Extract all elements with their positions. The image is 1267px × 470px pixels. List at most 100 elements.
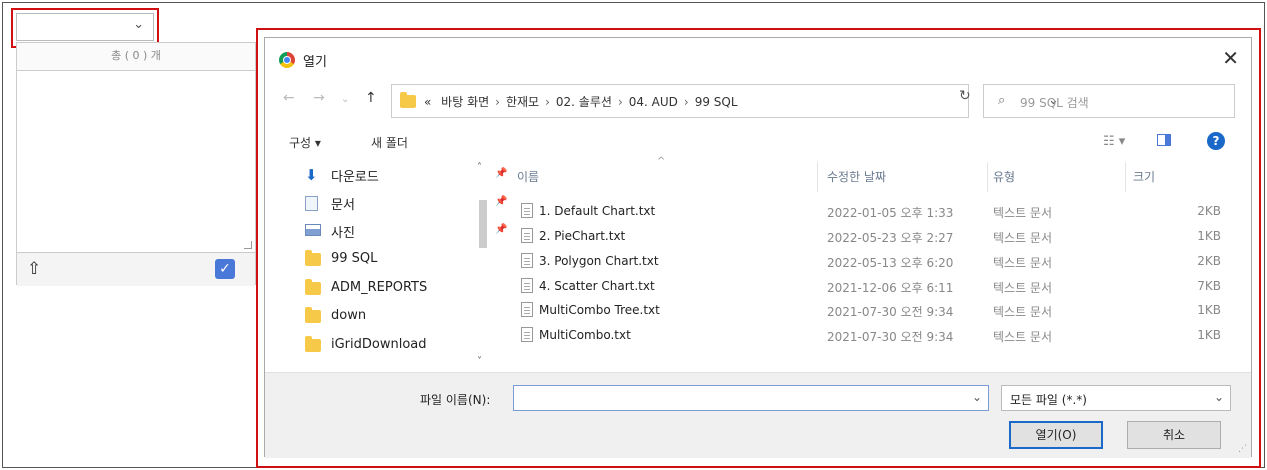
- navigation-row: ← → ⌄ ↑ « 바탕 화면 › 한재모 › 02. 솔루션 › 04. AUD › 99 S…: [265, 80, 1251, 122]
- breadcrumb-item[interactable]: 04. AUD: [629, 95, 678, 109]
- upload-icon[interactable]: ⇧: [27, 259, 47, 279]
- category-select[interactable]: ⌄: [16, 13, 154, 41]
- nav-item-label: 다운로드: [331, 170, 379, 185]
- navigation-pane: ⬇ 다운로드 📌 문서 📌 사진 📌 99 SQL ADM_REPORTS do…: [265, 162, 507, 372]
- nav-item-label: 사진: [331, 226, 355, 241]
- file-date: 2021-12-06 오후 6:11: [827, 281, 954, 295]
- text-file-icon: [521, 228, 533, 243]
- breadcrumb-item[interactable]: 99 SQL: [695, 95, 738, 109]
- resize-grip-icon[interactable]: [243, 241, 253, 249]
- filename-input[interactable]: ⌄: [513, 385, 989, 411]
- dialog-footer: 파일 이름(N): ⌄ 모든 파일 (*.*) ⌄ 열기(O) 취소 ⋰: [265, 372, 1251, 458]
- filetype-select[interactable]: 모든 파일 (*.*) ⌄: [1001, 385, 1231, 411]
- file-size: 2KB: [1197, 204, 1221, 218]
- dialog-title: 열기: [303, 55, 327, 70]
- new-folder-button[interactable]: 새 폴더: [371, 134, 408, 151]
- chevron-down-icon[interactable]: ˅: [477, 356, 482, 367]
- column-header-name[interactable]: 이름: [517, 168, 539, 185]
- nav-item-label: 문서: [331, 198, 355, 213]
- organize-button[interactable]: 구성 ▾: [289, 134, 321, 151]
- file-row[interactable]: 3. Polygon Chart.txt 2022-05-13 오후 6:20 …: [503, 250, 1247, 275]
- picture-icon: [305, 224, 321, 236]
- file-row[interactable]: 4. Scatter Chart.txt 2021-12-06 오후 6:11 …: [503, 275, 1247, 300]
- file-name: 3. Polygon Chart.txt: [539, 254, 659, 268]
- column-header-size[interactable]: 크기: [1133, 168, 1155, 185]
- file-type: 텍스트 문서: [993, 305, 1053, 319]
- chevron-down-icon: ⌄: [1213, 390, 1224, 404]
- filetype-value: 모든 파일 (*.*): [1010, 393, 1087, 407]
- folder-icon: [305, 307, 321, 323]
- help-icon[interactable]: ?: [1207, 132, 1225, 150]
- file-type: 텍스트 문서: [993, 281, 1053, 295]
- close-icon[interactable]: ✕: [1222, 46, 1239, 70]
- file-name: MultiCombo.txt: [539, 328, 631, 342]
- checkbox-checked[interactable]: ✓: [215, 259, 235, 279]
- text-file-icon: [521, 253, 533, 268]
- scrollbar-thumb[interactable]: [479, 200, 487, 248]
- cancel-button[interactable]: 취소: [1127, 421, 1221, 449]
- file-name: 2. PieChart.txt: [539, 229, 626, 243]
- file-date: 2022-01-05 오후 1:33: [827, 206, 954, 220]
- column-divider[interactable]: [817, 162, 818, 192]
- chevron-up-icon[interactable]: ˄: [477, 162, 482, 173]
- text-file-icon: [521, 327, 533, 342]
- address-bar[interactable]: « 바탕 화면 › 한재모 › 02. 솔루션 › 04. AUD › 99 SQL ⌄: [391, 84, 1059, 118]
- file-row[interactable]: MultiCombo.txt 2021-07-30 오전 9:34 텍스트 문서…: [503, 324, 1247, 349]
- chevron-down-icon: ⌄: [133, 17, 144, 32]
- column-divider[interactable]: [987, 162, 988, 192]
- up-arrow-icon[interactable]: ↑: [365, 90, 377, 106]
- breadcrumb-overflow[interactable]: «: [424, 95, 431, 109]
- breadcrumb-item[interactable]: 한재모: [506, 95, 539, 109]
- file-date: 2021-07-30 오전 9:34: [827, 305, 954, 319]
- open-button[interactable]: 열기(O): [1009, 421, 1103, 449]
- recent-dropdown-icon[interactable]: ⌄: [341, 94, 349, 105]
- file-date: 2022-05-13 오후 6:20: [827, 256, 954, 270]
- refresh-icon[interactable]: ↻: [959, 88, 971, 104]
- breadcrumb-item[interactable]: 바탕 화면: [441, 95, 489, 109]
- file-date: 2021-07-30 오전 9:34: [827, 330, 954, 344]
- nav-scrollbar[interactable]: ˄ ˅: [477, 162, 489, 370]
- panel-action-bar: ⇧ ✓: [17, 253, 255, 286]
- file-type: 텍스트 문서: [993, 231, 1053, 245]
- file-date: 2022-05-23 오후 2:27: [827, 231, 954, 245]
- document-icon: [305, 196, 318, 211]
- chrome-icon: [279, 52, 295, 68]
- query-textarea[interactable]: [17, 71, 255, 253]
- resize-grip-icon[interactable]: ⋰: [1238, 444, 1247, 454]
- file-type: 텍스트 문서: [993, 206, 1053, 220]
- file-size: 2KB: [1197, 254, 1221, 268]
- column-header-type[interactable]: 유형: [993, 168, 1015, 185]
- breadcrumb: « 바탕 화면 › 한재모 › 02. 솔루션 › 04. AUD › 99 SQL: [424, 95, 738, 109]
- open-file-dialog: 열기 ✕ ← → ⌄ ↑ « 바탕 화면 › 한재모 › 02. 솔루션 › 04. AUD…: [264, 37, 1252, 458]
- file-row[interactable]: 2. PieChart.txt 2022-05-23 오후 2:27 텍스트 문…: [503, 225, 1247, 250]
- text-file-icon: [521, 203, 533, 218]
- file-row[interactable]: MultiCombo Tree.txt 2021-07-30 오전 9:34 텍…: [503, 299, 1247, 324]
- folder-icon: [305, 336, 321, 352]
- item-count-label: 총 ( 0 ) 개: [17, 43, 255, 71]
- file-name: 4. Scatter Chart.txt: [539, 279, 655, 293]
- preview-pane-icon[interactable]: [1157, 134, 1171, 146]
- view-options-icon[interactable]: ☷ ▾: [1103, 134, 1125, 149]
- folder-icon: [400, 92, 416, 108]
- column-divider[interactable]: [1125, 162, 1126, 192]
- nav-item-label: down: [331, 308, 367, 323]
- file-size: 1KB: [1197, 303, 1221, 317]
- breadcrumb-item[interactable]: 02. 솔루션: [556, 95, 612, 109]
- file-row[interactable]: 1. Default Chart.txt 2022-01-05 오후 1:33 …: [503, 200, 1247, 225]
- nav-item-label: 99 SQL: [331, 251, 378, 266]
- forward-arrow-icon[interactable]: →: [313, 90, 325, 106]
- search-icon: ⌕: [998, 93, 1006, 108]
- chevron-down-icon[interactable]: ⌄: [972, 390, 982, 404]
- file-name: 1. Default Chart.txt: [539, 204, 656, 218]
- back-arrow-icon[interactable]: ←: [283, 90, 295, 106]
- text-file-icon: [521, 278, 533, 293]
- file-size: 1KB: [1197, 328, 1221, 342]
- sort-ascending-icon: ^: [657, 156, 666, 167]
- file-list: 이름 ^ 수정한 날짜 유형 크기 1. Default Chart.txt 2…: [503, 156, 1247, 372]
- folder-icon: [305, 279, 321, 295]
- column-header-date[interactable]: 수정한 날짜: [827, 168, 886, 185]
- download-icon: ⬇: [305, 166, 318, 184]
- search-placeholder: 99 SQL 검색: [1020, 96, 1089, 110]
- search-input[interactable]: ⌕ 99 SQL 검색: [983, 84, 1235, 118]
- query-panel: 총 ( 0 ) 개 ⇧ ✓: [16, 42, 256, 286]
